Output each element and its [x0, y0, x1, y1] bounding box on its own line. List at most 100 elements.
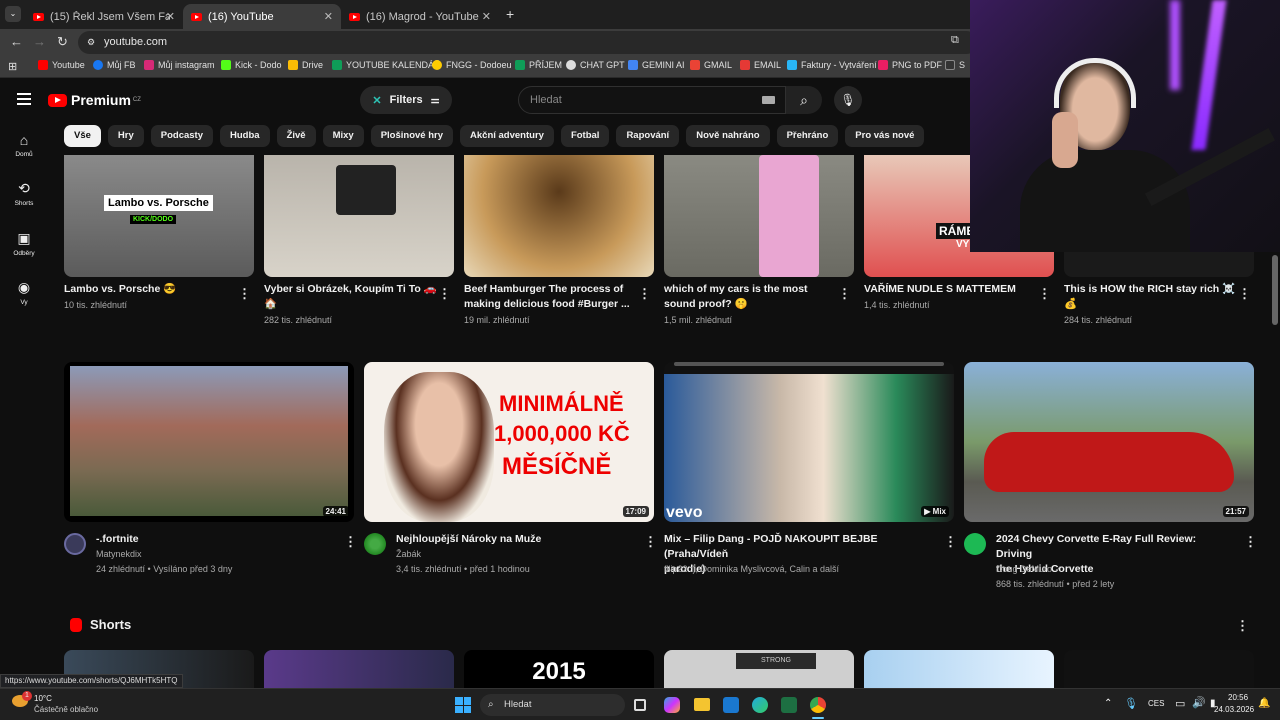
chip[interactable]: Hudba: [220, 125, 270, 147]
task-view-icon[interactable]: [634, 699, 646, 711]
copilot-icon[interactable]: [664, 697, 680, 713]
close-tab-icon[interactable]: ✕: [166, 10, 175, 23]
reload-icon[interactable]: ↻: [57, 34, 68, 50]
more-options-icon[interactable]: ⋮: [944, 534, 957, 550]
bookmark-gmail[interactable]: GMAIL: [690, 60, 732, 70]
chip-all[interactable]: Vše: [64, 125, 101, 147]
keyboard-icon[interactable]: [762, 96, 775, 104]
video-thumbnail[interactable]: [664, 155, 854, 277]
bookmark-fngg[interactable]: FNGG - Dodoeu: [432, 60, 512, 70]
channel-name[interactable]: Matynekdix: [96, 547, 142, 562]
notifications-icon[interactable]: 🔔: [1258, 698, 1270, 709]
bookmark-fb[interactable]: Můj FB: [93, 60, 136, 70]
more-options-icon[interactable]: ⋮: [838, 286, 851, 302]
channel-name[interactable]: Doug DeMuro ✓: [996, 562, 1062, 577]
video-title[interactable]: This is HOW the RICH stay rich ☠️ 💰: [1064, 282, 1236, 312]
bookmark-s[interactable]: S: [945, 60, 965, 70]
file-explorer-icon[interactable]: [694, 698, 710, 711]
taskbar-search[interactable]: ⌕ Hledat: [480, 694, 625, 716]
tray-overflow-icon[interactable]: ⌃: [1104, 698, 1112, 709]
video-title[interactable]: VAŘÍME NUDLE S MATTEMEM: [864, 282, 1039, 297]
channel-avatar[interactable]: [64, 533, 86, 555]
video-thumbnail[interactable]: vevo ▶ Mix: [664, 362, 954, 522]
new-tab-button[interactable]: +: [506, 6, 514, 22]
video-thumbnail[interactable]: [1064, 252, 1254, 277]
bookmark-faktury[interactable]: Faktury - Vytváření: [787, 60, 877, 70]
chip[interactable]: Akční adventury: [460, 125, 554, 147]
site-info-icon[interactable]: ⚙: [87, 31, 95, 54]
channel-name[interactable]: filip22 :), Dominika Myslivcová, Calin a…: [664, 562, 839, 577]
video-title[interactable]: Beef Hamburger The process of making deli…: [464, 282, 639, 312]
browser-tab[interactable]: (15) Řekl Jsem Všem Fast Foodů ✕: [25, 4, 183, 29]
browser-tab-active[interactable]: (16) YouTube ✕: [183, 4, 341, 29]
channel-avatar[interactable]: [364, 533, 386, 555]
shorts-more-options-icon[interactable]: ⋮: [1236, 618, 1249, 634]
sidebar-item-shorts[interactable]: ⟲ Shorts: [0, 180, 48, 207]
windows-start-icon[interactable]: [455, 697, 471, 713]
menu-icon[interactable]: [17, 93, 31, 105]
more-options-icon[interactable]: ⋮: [238, 286, 251, 302]
sidebar-item-you[interactable]: ◉ Vy: [0, 279, 48, 306]
excel-icon[interactable]: [781, 697, 797, 713]
bookmark-kick[interactable]: Kick - Dodo: [221, 60, 282, 70]
video-title[interactable]: -.fortnite: [96, 532, 336, 547]
short-thumbnail[interactable]: [864, 650, 1054, 688]
short-thumbnail[interactable]: STRONG: [664, 650, 854, 688]
short-thumbnail[interactable]: [264, 650, 454, 688]
bookmark-instagram[interactable]: Můj instagram: [144, 60, 215, 70]
chip[interactable]: Mixy: [322, 125, 364, 147]
bookmark-chatgpt[interactable]: CHAT GPT: [566, 60, 625, 70]
volume-icon[interactable]: 🔊: [1192, 696, 1206, 709]
browser-tab[interactable]: (16) Magrod - YouTube ✕: [341, 4, 499, 29]
bookmark-youtube[interactable]: Youtube: [38, 60, 85, 70]
video-title[interactable]: Lambo vs. Porsche 😎: [64, 282, 229, 297]
chrome-icon[interactable]: [810, 697, 826, 713]
video-title[interactable]: Nejhloupější Nároky na Muže: [396, 532, 636, 547]
tray-microphone-icon[interactable]: 🎙: [1124, 697, 1138, 710]
short-thumbnail[interactable]: [1064, 650, 1254, 688]
chip[interactable]: Nově nahráno: [686, 125, 770, 147]
bookmark-gemini[interactable]: GEMINI AI: [628, 60, 685, 70]
close-tab-icon[interactable]: ✕: [482, 10, 491, 23]
more-options-icon[interactable]: ⋮: [1038, 286, 1051, 302]
video-thumbnail[interactable]: [464, 155, 654, 277]
chip[interactable]: Podcasty: [150, 125, 213, 147]
chip[interactable]: Plošinové hry: [370, 125, 454, 147]
search-button[interactable]: ⌕: [786, 86, 822, 114]
video-thumbnail[interactable]: 24:41: [64, 362, 354, 522]
chip[interactable]: Rapování: [616, 125, 680, 147]
bookmark-drive[interactable]: Drive: [288, 60, 323, 70]
video-thumbnail[interactable]: MINIMÁLNĚ 1,000,000 KČ MĚSÍČNĚ 17:09: [364, 362, 654, 522]
network-icon[interactable]: ▭: [1175, 697, 1185, 710]
bookmark-email[interactable]: EMAIL: [740, 60, 781, 70]
more-options-icon[interactable]: ⋮: [1244, 534, 1257, 550]
chip[interactable]: Fotbal: [560, 125, 610, 147]
forward-icon[interactable]: →: [33, 34, 46, 49]
sidebar-item-home[interactable]: ⌂ Domů: [0, 132, 48, 158]
search-input[interactable]: Hledat: [518, 86, 786, 114]
youtube-premium-logo[interactable]: Premium CZ: [48, 92, 141, 108]
clock-date[interactable]: 24.03.2026: [1214, 705, 1254, 714]
more-options-icon[interactable]: ⋮: [1238, 286, 1251, 302]
chip[interactable]: Živě: [276, 125, 316, 147]
bookmark-png-to-pdf[interactable]: PNG to PDF: [878, 60, 942, 70]
chip[interactable]: Přehráno: [776, 125, 839, 147]
tab-list-button[interactable]: ⌄: [5, 6, 21, 22]
apps-grid-icon[interactable]: ⊞: [8, 60, 17, 73]
page-scrollbar[interactable]: [1272, 255, 1278, 325]
sidebar-item-subscriptions[interactable]: ▣ Odběry: [0, 230, 48, 257]
chip[interactable]: Pro vás nové: [845, 125, 925, 147]
more-options-icon[interactable]: ⋮: [644, 534, 657, 550]
channel-name[interactable]: Žabák: [396, 547, 421, 562]
language-indicator[interactable]: CES: [1148, 699, 1164, 708]
chip[interactable]: Hry: [107, 125, 144, 147]
close-tab-icon[interactable]: ✕: [324, 10, 333, 23]
more-options-icon[interactable]: ⋮: [438, 286, 451, 302]
edge-icon[interactable]: [752, 697, 768, 713]
video-thumbnail[interactable]: 21:57: [964, 362, 1254, 522]
outlook-icon[interactable]: [723, 697, 739, 713]
more-options-icon[interactable]: ⋮: [638, 286, 651, 302]
short-thumbnail[interactable]: 2015: [464, 650, 654, 688]
url-field[interactable]: ⚙ youtube.com: [78, 31, 978, 54]
video-thumbnail[interactable]: Lambo vs. Porsche KICK/DODO: [64, 155, 254, 277]
